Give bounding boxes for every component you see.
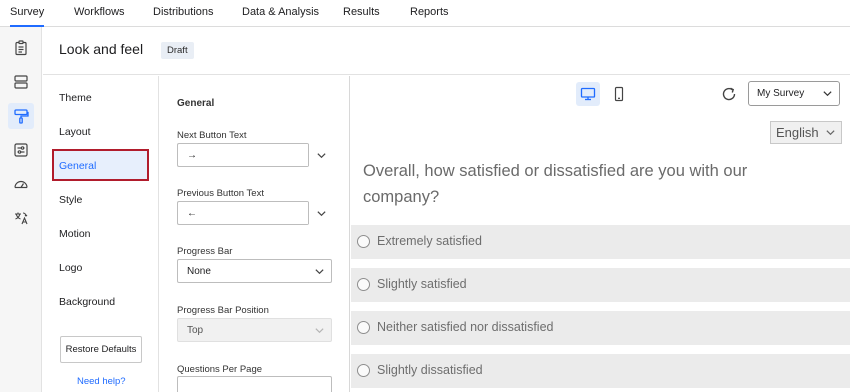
options-icon[interactable] bbox=[8, 137, 34, 163]
menu-item-general[interactable]: General bbox=[59, 160, 96, 172]
menu-item-logo[interactable]: Logo bbox=[59, 262, 82, 274]
chevron-down-icon bbox=[315, 269, 324, 275]
chevron-down-icon bbox=[317, 153, 326, 159]
tab-distributions[interactable]: Distributions bbox=[153, 0, 214, 27]
page-title: Look and feel bbox=[59, 41, 144, 57]
questions-per-page-input[interactable] bbox=[177, 376, 332, 392]
language-value: English bbox=[776, 125, 819, 140]
previous-button-text-label: Previous Button Text bbox=[177, 188, 264, 199]
survey-preview: My Survey English Overall, how satisfied… bbox=[351, 76, 850, 392]
tab-results[interactable]: Results bbox=[343, 0, 380, 27]
previous-button-text-select[interactable]: ← bbox=[177, 201, 326, 225]
blocks-icon[interactable] bbox=[8, 69, 34, 95]
refresh-icon[interactable] bbox=[720, 85, 738, 103]
chevron-down-icon bbox=[317, 211, 326, 217]
menu-item-layout[interactable]: Layout bbox=[59, 126, 91, 138]
tab-reports[interactable]: Reports bbox=[410, 0, 449, 27]
progress-bar-label: Progress Bar bbox=[177, 246, 233, 257]
tab-survey[interactable]: Survey bbox=[10, 0, 45, 27]
menu-item-background[interactable]: Background bbox=[59, 296, 115, 308]
top-navigation: Survey Workflows Distributions Data & An… bbox=[0, 0, 850, 27]
look-and-feel-menu: Theme Layout General Style Motion Logo B… bbox=[43, 76, 159, 392]
restore-defaults-button[interactable]: Restore Defaults bbox=[60, 336, 142, 363]
answer-option[interactable]: Neither satisfied nor dissatisfied bbox=[351, 311, 850, 345]
select-divider bbox=[308, 202, 309, 224]
answer-option-label: Neither satisfied nor dissatisfied bbox=[377, 320, 554, 334]
answer-option-label: Slightly satisfied bbox=[377, 277, 467, 291]
chevron-down-icon bbox=[826, 130, 835, 136]
paintbrush-icon[interactable] bbox=[8, 103, 34, 129]
progress-bar-value: None bbox=[187, 266, 211, 277]
tab-workflows[interactable]: Workflows bbox=[74, 0, 125, 27]
next-button-text-value: → bbox=[187, 150, 197, 161]
desktop-icon[interactable] bbox=[576, 82, 600, 106]
answer-option[interactable]: Slightly dissatisfied bbox=[351, 354, 850, 388]
progress-bar-position-value: Top bbox=[187, 325, 204, 336]
general-settings-panel: General Next Button Text → Previous Butt… bbox=[160, 76, 350, 392]
section-title: General bbox=[177, 98, 215, 109]
survey-select[interactable]: My Survey bbox=[748, 81, 840, 106]
radio-button[interactable] bbox=[357, 278, 370, 291]
menu-item-motion[interactable]: Motion bbox=[59, 228, 91, 240]
radio-button[interactable] bbox=[357, 235, 370, 248]
status-badge: Draft bbox=[161, 42, 194, 59]
next-button-text-select[interactable]: → bbox=[177, 143, 326, 167]
answer-option-label: Extremely satisfied bbox=[377, 234, 482, 248]
tool-rail bbox=[0, 27, 42, 392]
answer-option[interactable]: Slightly satisfied bbox=[351, 268, 850, 302]
tab-data-analysis[interactable]: Data & Analysis bbox=[242, 0, 319, 27]
dashboard-icon[interactable] bbox=[8, 171, 34, 197]
chevron-down-icon bbox=[315, 328, 324, 334]
progress-bar-select[interactable]: None bbox=[177, 259, 332, 283]
translate-icon[interactable] bbox=[8, 205, 34, 231]
answer-option[interactable]: Extremely satisfied bbox=[351, 225, 850, 259]
next-button-text-label: Next Button Text bbox=[177, 130, 247, 141]
previous-button-text-value: ← bbox=[187, 208, 197, 219]
menu-item-theme[interactable]: Theme bbox=[59, 92, 92, 104]
need-help-link[interactable]: Need help? bbox=[77, 376, 126, 387]
progress-bar-position-label: Progress Bar Position bbox=[177, 305, 269, 316]
select-divider bbox=[308, 144, 309, 166]
menu-item-style[interactable]: Style bbox=[59, 194, 82, 206]
questions-per-page-label: Questions Per Page bbox=[177, 364, 263, 375]
page-header: Look and feel Draft bbox=[43, 27, 850, 75]
survey-select-value: My Survey bbox=[757, 88, 805, 99]
chevron-down-icon bbox=[823, 91, 832, 97]
language-select[interactable]: English bbox=[770, 121, 842, 144]
mobile-icon[interactable] bbox=[607, 82, 631, 106]
radio-button[interactable] bbox=[357, 364, 370, 377]
question-text: Overall, how satisfied or dissatisfied a… bbox=[363, 162, 748, 206]
answer-option-label: Slightly dissatisfied bbox=[377, 363, 483, 377]
survey-icon[interactable] bbox=[8, 35, 34, 61]
radio-button[interactable] bbox=[357, 321, 370, 334]
progress-bar-position-select[interactable]: Top bbox=[177, 318, 332, 342]
